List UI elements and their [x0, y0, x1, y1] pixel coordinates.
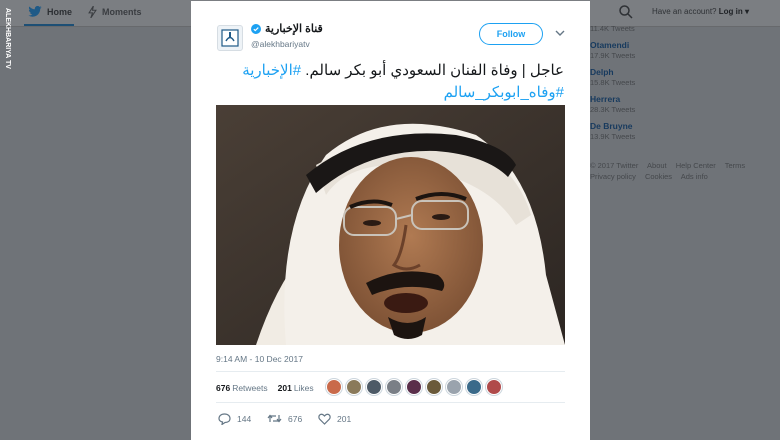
tweet-photo[interactable]	[216, 105, 565, 345]
nav-moments[interactable]: Moments	[88, 6, 142, 18]
sidebar-partial-count: 11.4K Tweets	[590, 24, 635, 33]
divider	[216, 402, 565, 403]
account-name[interactable]: قناة الإخبارية	[251, 22, 323, 35]
footer-link-terms[interactable]: Terms	[725, 161, 745, 170]
search-icon[interactable]	[618, 4, 634, 20]
liker-avatar[interactable]	[366, 379, 382, 395]
account-handle[interactable]: @alekhbariyatv	[251, 39, 310, 49]
retweets-count: 676	[216, 383, 231, 393]
sidebar-user-name[interactable]: De Bruyne	[590, 121, 633, 131]
sidebar-user-count: 13.9K Tweets	[590, 132, 636, 141]
likes-count: 201	[277, 383, 292, 393]
account-display-name: قناة الإخبارية	[265, 23, 323, 35]
nav-home-label: Home	[47, 6, 73, 17]
reply-icon	[218, 413, 231, 425]
footer-link-about[interactable]: About	[647, 161, 667, 170]
liker-avatar[interactable]	[446, 379, 462, 395]
sidebar-user-count: 28.3K Tweets	[590, 105, 636, 114]
tweet-text: عاجل | وفاة الفنان السعودي أبو بكر سالم.…	[242, 61, 564, 79]
account-prompt-text: Have an account?	[652, 7, 717, 16]
sidebar-user-name[interactable]: Otamendi	[590, 40, 629, 50]
liker-avatar[interactable]	[486, 379, 502, 395]
watermark-text: ALEKHBARIYA TV	[4, 8, 11, 69]
verified-badge-icon	[251, 23, 261, 34]
tweet-text-body: عاجل | وفاة الفنان السعودي أبو بكر سالم.	[305, 62, 564, 79]
liker-avatar[interactable]	[326, 379, 342, 395]
hashtag-link[interactable]: #وفاه_ابوبكر_سالم	[444, 83, 564, 101]
reply-action[interactable]: 144	[218, 413, 251, 425]
sidebar-user-count: 17.9K Tweets	[590, 51, 636, 60]
heart-icon	[318, 413, 331, 425]
liker-avatar[interactable]	[426, 379, 442, 395]
avatar[interactable]	[217, 25, 243, 51]
login-prompt: Have an account? Log in ▾	[652, 7, 749, 16]
footer-link-ads[interactable]: Ads info	[681, 172, 708, 181]
channel-watermark: ALEKHBARIYA TV	[4, 8, 11, 69]
retweets-label: Retweets	[232, 383, 268, 393]
tweet-stats: 676 Retweets 201 Likes	[216, 383, 314, 393]
active-tab-indicator	[24, 24, 74, 26]
nav-home[interactable]: Home	[28, 6, 72, 17]
tweet-modal: قناة الإخبارية @alekhbariyatv Follow عاج…	[191, 1, 590, 440]
likes-stat[interactable]: 201 Likes	[278, 383, 314, 393]
like-count: 201	[337, 414, 352, 424]
like-action[interactable]: 201	[318, 413, 351, 425]
nav-moments-label: Moments	[102, 7, 142, 17]
lightning-icon	[88, 6, 97, 18]
sidebar-user-count: 15.8K Tweets	[590, 78, 636, 87]
liker-avatar[interactable]	[386, 379, 402, 395]
retweets-stat[interactable]: 676 Retweets	[216, 383, 268, 393]
reply-count: 144	[237, 414, 252, 424]
footer-link-cookies[interactable]: Cookies	[645, 172, 672, 181]
sidebar-user-name[interactable]: Delph	[590, 67, 614, 77]
portrait-image	[216, 105, 565, 345]
twitter-bird-icon	[28, 6, 42, 17]
tweet-timestamp[interactable]: 9:14 AM - 10 Dec 2017	[216, 354, 303, 364]
footer-links-row: Privacy policy Cookies Ads info	[590, 172, 715, 181]
footer-link-help[interactable]: Help Center	[676, 161, 716, 170]
likes-label: Likes	[293, 383, 314, 393]
login-caret-icon[interactable]: ▾	[745, 7, 749, 16]
sidebar-user-name[interactable]: Herrera	[590, 94, 620, 104]
chevron-down-icon[interactable]	[555, 30, 565, 37]
retweet-icon	[267, 414, 282, 423]
retweet-action[interactable]: 676	[267, 413, 302, 424]
liker-avatar[interactable]	[346, 379, 362, 395]
liker-avatar[interactable]	[406, 379, 422, 395]
retweet-count: 676	[288, 413, 303, 424]
footer-links-row: © 2017 Twitter About Help Center Terms	[590, 161, 752, 170]
channel-logo-icon	[221, 29, 239, 47]
follow-button[interactable]: Follow	[479, 23, 543, 45]
footer-link-privacy[interactable]: Privacy policy	[590, 172, 636, 181]
hashtag-link[interactable]: #الإخبارية	[242, 62, 301, 79]
footer-copyright: © 2017 Twitter	[590, 161, 639, 170]
divider	[216, 371, 565, 372]
liker-avatars	[326, 379, 502, 395]
login-link[interactable]: Log in	[719, 7, 743, 16]
liker-avatar[interactable]	[466, 379, 482, 395]
